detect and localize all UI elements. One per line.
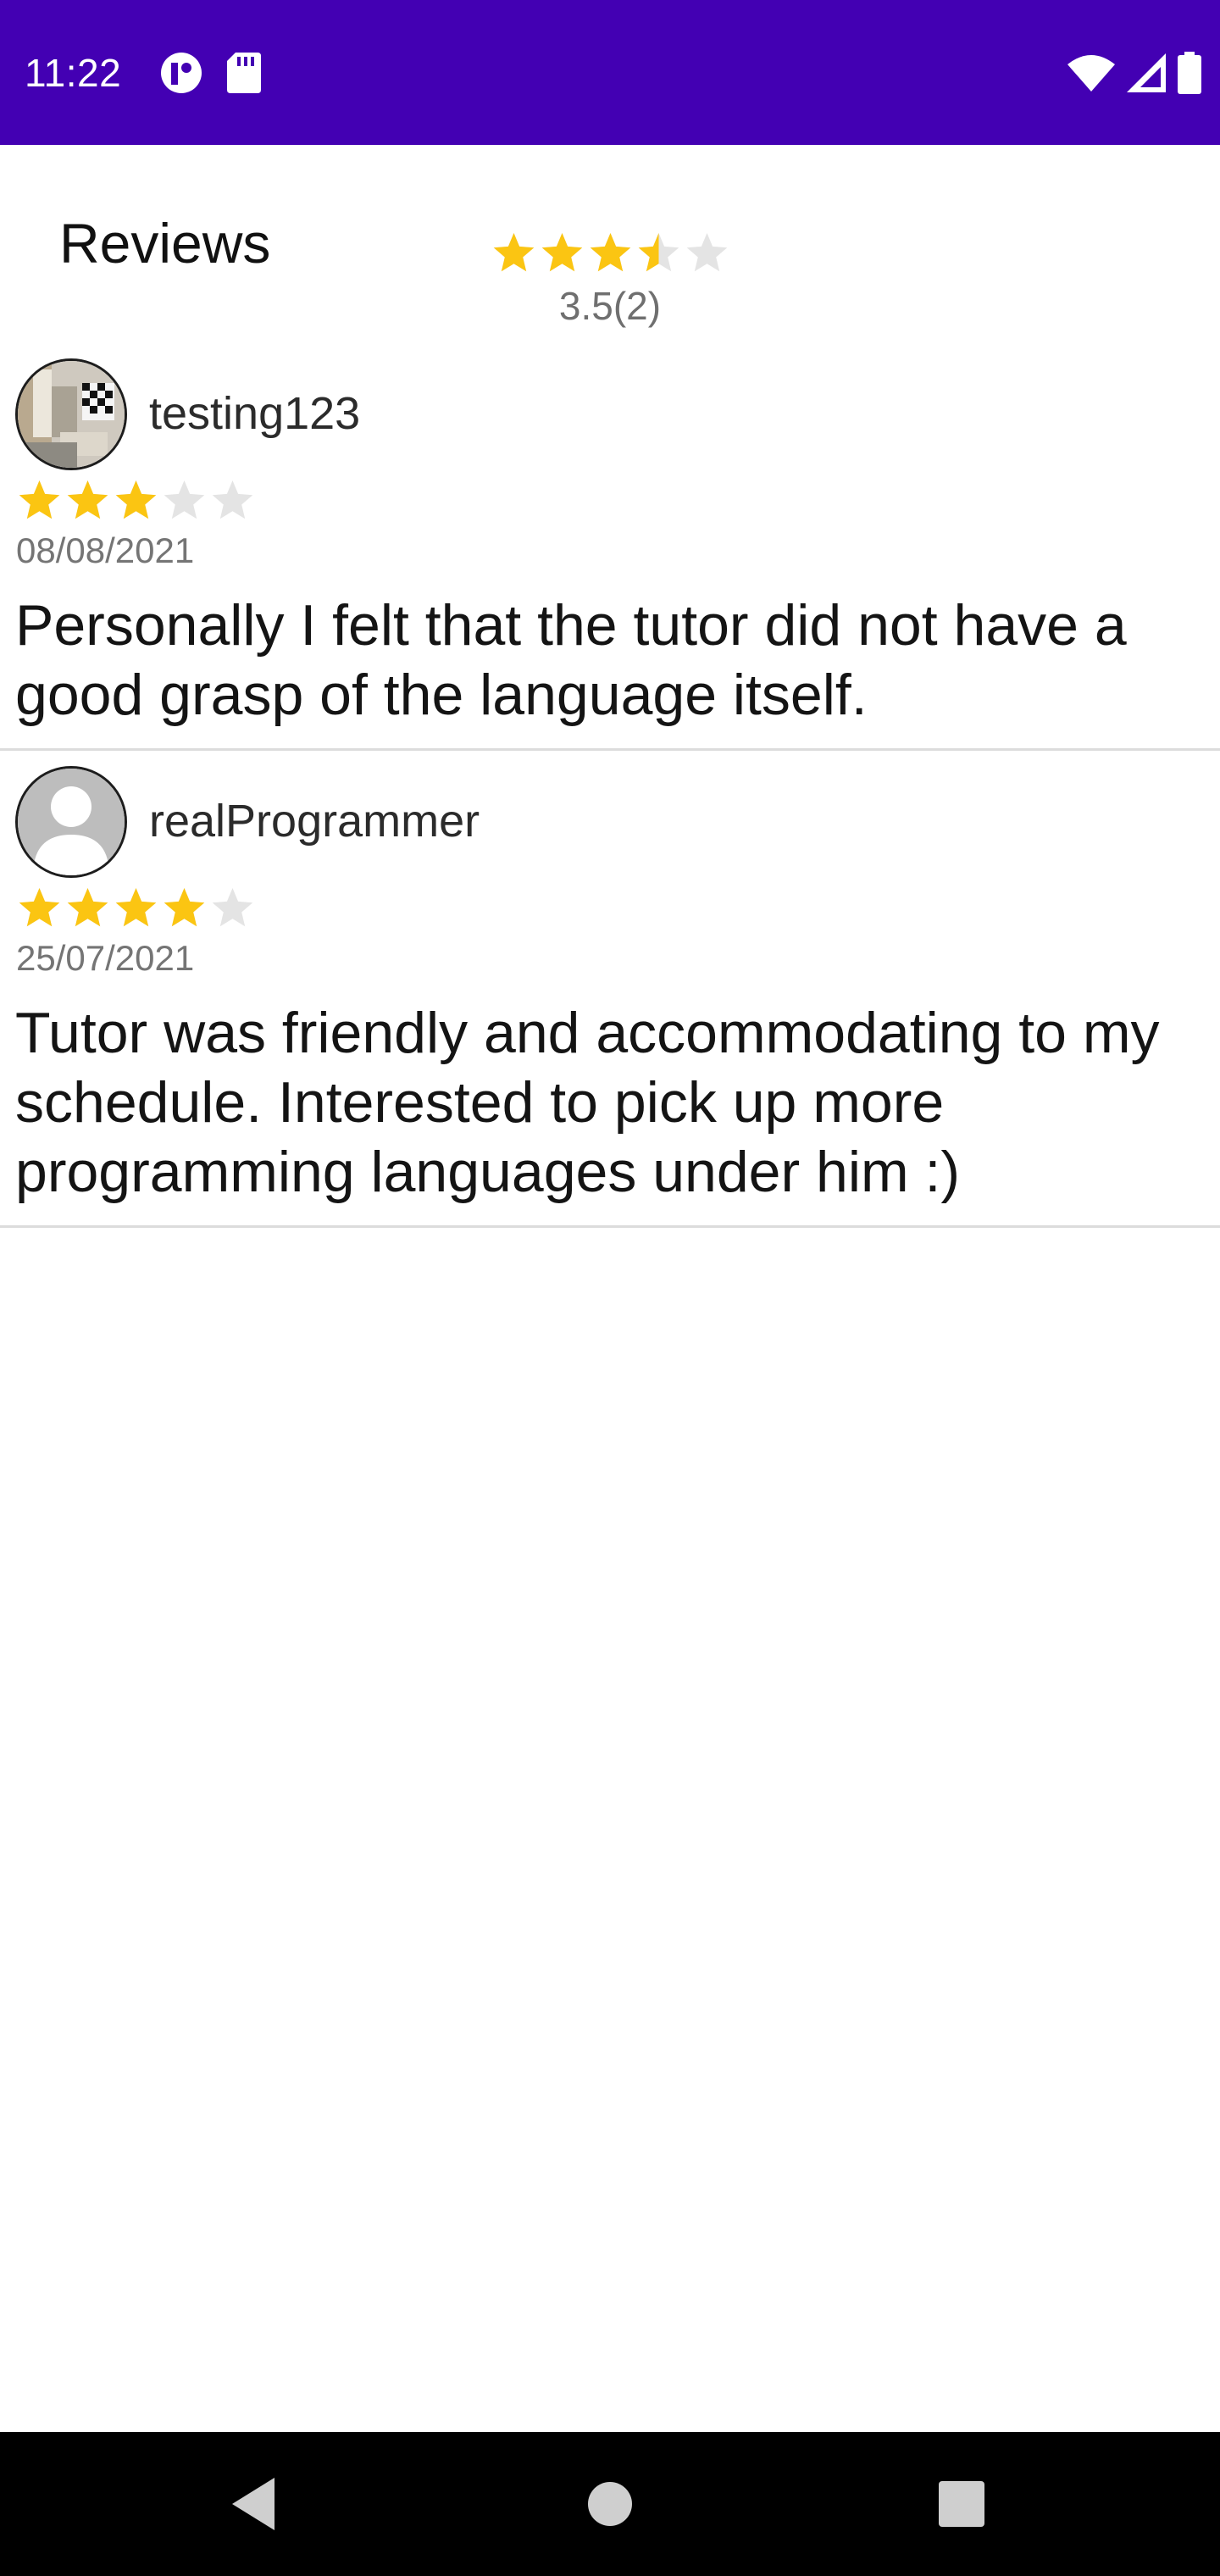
reviews-header: Reviews 3.5(2) — [0, 145, 1220, 343]
review-card: realProgrammer 25/07/2021 Tutor was frie… — [0, 751, 1220, 1228]
battery-icon — [1178, 52, 1201, 94]
navigation-bar — [0, 2432, 1220, 2576]
average-rating-stars — [493, 233, 728, 272]
back-icon[interactable] — [227, 2474, 286, 2534]
review-rating-stars — [19, 888, 253, 927]
star-empty-icon — [212, 480, 253, 519]
wifi-icon — [1068, 55, 1115, 92]
star-empty-icon — [164, 480, 205, 519]
star-filled-icon — [493, 233, 535, 272]
review-text: Tutor was friendly and accommodating to … — [15, 1001, 1160, 1204]
default-person-avatar[interactable] — [15, 766, 127, 878]
star-filled-icon — [19, 888, 60, 927]
star-filled-icon — [19, 480, 60, 519]
status-time: 11:22 — [25, 51, 122, 95]
reviews-list[interactable]: testing123 08/08/2021 Personally I felt … — [0, 343, 1220, 1228]
review-rating-stars — [19, 480, 253, 519]
status-bar: 11:22 — [0, 0, 1220, 145]
review-username[interactable]: realProgrammer — [149, 793, 480, 849]
status-left-icons — [159, 49, 261, 97]
average-rating-summary: 3.5(2) — [558, 284, 662, 328]
review-date: 25/07/2021 — [16, 938, 195, 978]
star-filled-icon — [67, 480, 108, 519]
sd-card-icon — [227, 53, 261, 93]
review-header: realProgrammer — [0, 751, 1220, 885]
star-filled-icon — [590, 233, 631, 272]
star-filled-icon — [115, 888, 157, 927]
review-header: testing123 — [0, 343, 1220, 477]
review-username[interactable]: testing123 — [149, 386, 360, 441]
star-filled-icon — [541, 233, 583, 272]
review-card: testing123 08/08/2021 Personally I felt … — [0, 343, 1220, 751]
star-filled-icon — [67, 888, 108, 927]
star-filled-icon — [115, 480, 157, 519]
cell-signal-icon — [1127, 53, 1166, 92]
status-right-icons — [1068, 49, 1201, 97]
review-text: Personally I felt that the tutor did not… — [15, 593, 1127, 727]
star-filled-icon — [164, 888, 205, 927]
review-date: 08/08/2021 — [16, 530, 195, 570]
recents-icon[interactable] — [932, 2474, 991, 2534]
star-empty-icon — [212, 888, 253, 927]
user-photo-avatar[interactable] — [15, 358, 127, 470]
media-sync-icon — [161, 53, 202, 93]
reviews-title: Reviews — [59, 212, 271, 275]
home-icon[interactable] — [580, 2474, 640, 2534]
star-empty-icon — [686, 233, 728, 272]
